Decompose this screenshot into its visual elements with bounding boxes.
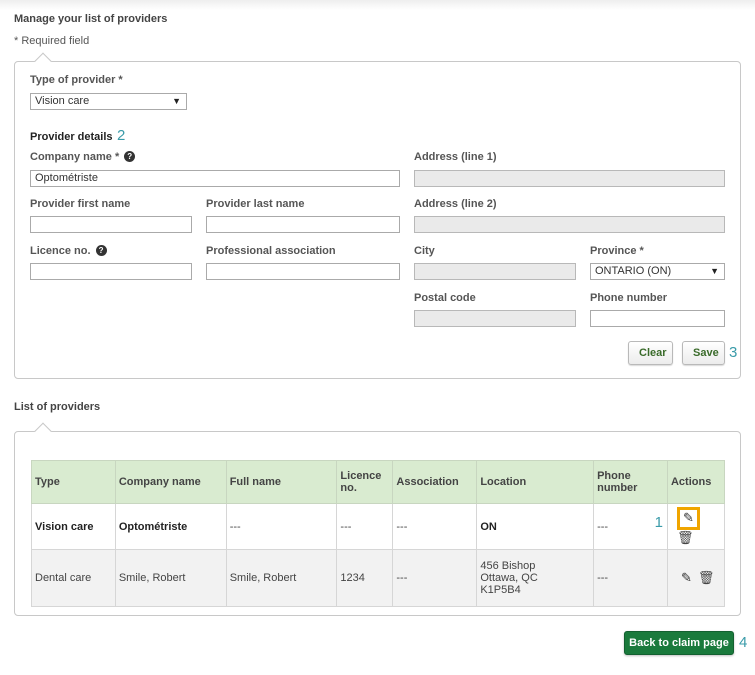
province-select[interactable]: ONTARIO (ON) ▼ (590, 263, 725, 280)
province-value: ONTARIO (ON) (595, 265, 672, 277)
cell-licence: --- (336, 503, 394, 550)
provider-list-panel: Type Company name Full name Licence no. … (14, 422, 741, 616)
back-to-claim-button[interactable]: Back to claim page (624, 631, 734, 655)
cell-location: ON (476, 503, 595, 550)
step-marker-3: 3 (729, 344, 738, 361)
caret-down-icon: ▼ (172, 96, 181, 106)
province-label: Province * (590, 245, 644, 257)
cell-actions: ✎🗑 (666, 503, 726, 550)
list-of-providers-title: List of providers (14, 401, 101, 413)
provider-form-panel: Type of provider * Vision care ▼ Provide… (14, 52, 741, 379)
required-field-note: * Required field (14, 35, 90, 47)
cell-phone: --- 1 (593, 503, 668, 550)
cell-type: Dental care (31, 549, 116, 607)
caret-down-icon: ▼ (710, 266, 719, 276)
association-label: Professional association (206, 245, 336, 257)
licence-input[interactable] (30, 263, 192, 280)
last-name-input[interactable] (206, 216, 400, 233)
step-marker-4: 4 (739, 634, 748, 651)
provider-type-label: Type of provider * (30, 74, 123, 86)
first-name-label: Provider first name (30, 198, 131, 210)
cell-licence: 1234 (336, 549, 394, 607)
cell-full-name: Smile, Robert (225, 549, 338, 607)
city-input[interactable] (414, 263, 576, 280)
trash-icon[interactable]: 🗑 (677, 530, 694, 546)
cell-full-name: --- (225, 503, 338, 550)
clear-button[interactable]: Clear (628, 341, 673, 365)
table-row: Dental care Smile, Robert Smile, Robert … (31, 549, 726, 607)
column-header-location: Location (476, 460, 595, 504)
address-line2-label: Address (line 2) (414, 198, 497, 210)
phone-label: Phone number (590, 292, 668, 304)
licence-label: Licence no.? (30, 245, 107, 257)
address-line1-input[interactable] (414, 170, 725, 187)
provider-type-select[interactable]: Vision care ▼ (30, 93, 187, 110)
pencil-icon[interactable]: ✎ (683, 510, 694, 526)
phone-input[interactable] (590, 310, 725, 327)
cell-company: Smile, Robert (114, 549, 227, 607)
table-header-row: Type Company name Full name Licence no. … (31, 460, 726, 504)
last-name-label: Provider last name (206, 198, 305, 210)
address-line1-label: Address (line 1) (414, 151, 497, 163)
table-row: Vision care Optométriste --- --- --- ON … (31, 503, 726, 550)
save-button[interactable]: Save (682, 341, 725, 365)
cell-company: Optométriste (114, 503, 227, 550)
trash-icon[interactable]: 🗑 (698, 570, 715, 586)
provider-type-value: Vision care (35, 95, 90, 107)
step-marker-2: 2 (117, 127, 126, 144)
column-header-actions: Actions (666, 460, 726, 504)
cell-actions: ✎🗑 (666, 549, 726, 607)
company-name-input[interactable]: Optométriste (30, 170, 400, 187)
question-circle-icon[interactable]: ? (124, 151, 136, 162)
postal-code-input[interactable] (414, 310, 576, 327)
column-header-licence: Licence no. (336, 460, 394, 504)
location-line: Ottawa, QC (480, 572, 538, 584)
city-label: City (414, 245, 435, 257)
cell-association: --- (392, 549, 478, 607)
page-title: Manage your list of providers (14, 13, 168, 25)
association-input[interactable] (206, 263, 400, 280)
cell-location: 456 Bishop Ottawa, QC K1P5B4 (476, 549, 595, 607)
question-circle-icon[interactable]: ? (95, 245, 107, 256)
company-name-label: Company name *? (30, 151, 136, 163)
cell-association: --- (392, 503, 478, 550)
postal-code-label: Postal code (414, 292, 476, 304)
column-header-company: Company name (114, 460, 227, 504)
provider-details-heading: Provider details (30, 131, 113, 143)
address-line2-input[interactable] (414, 216, 725, 233)
location-line: K1P5B4 (480, 584, 521, 596)
top-shadow-bar (0, 0, 755, 10)
cell-phone: --- (593, 549, 668, 607)
cell-type: Vision care (31, 503, 116, 550)
location-line: 456 Bishop (480, 560, 536, 572)
step-marker-1: 1 (654, 514, 663, 531)
column-header-phone: Phone number (593, 460, 668, 504)
column-header-association: Association (392, 460, 478, 504)
edit-highlight: ✎ (676, 507, 700, 530)
column-header-type: Type (31, 460, 116, 504)
providers-table: Type Company name Full name Licence no. … (31, 460, 726, 607)
column-header-full-name: Full name (225, 460, 338, 504)
pencil-icon[interactable]: ✎ (681, 570, 692, 586)
first-name-input[interactable] (30, 216, 192, 233)
